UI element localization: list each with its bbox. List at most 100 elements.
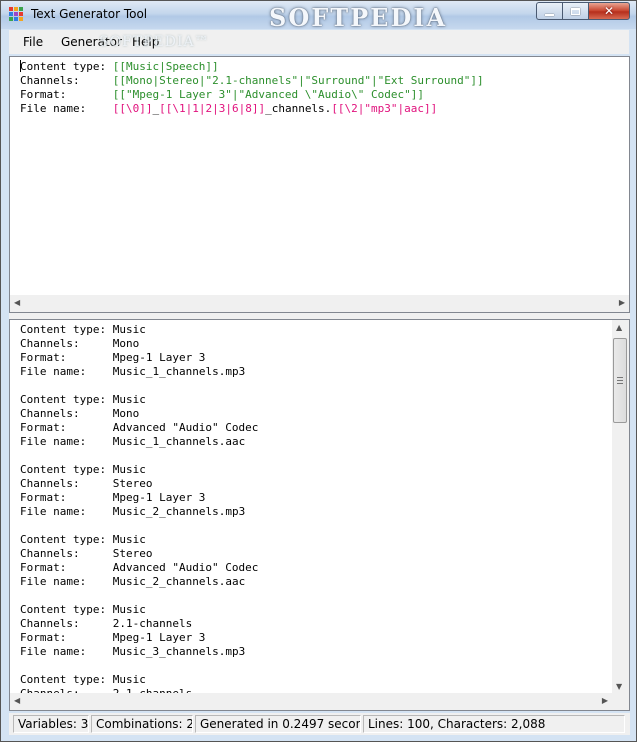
template-editor[interactable]: Content type: [[Music|Speech]] Channels:… xyxy=(9,56,630,313)
window-controls: ✕ xyxy=(536,2,630,21)
output-line-content: Content type: Music xyxy=(20,463,600,477)
status-combinations: Combinations: 20 xyxy=(91,715,193,733)
scroll-left-icon[interactable]: ◀ xyxy=(14,696,20,705)
output-label: Format: xyxy=(20,631,67,644)
minimize-icon xyxy=(545,13,554,16)
template-code[interactable]: Content type: [[Music|Speech]] Channels:… xyxy=(20,60,484,116)
output-line-channels: Channels: Mono xyxy=(20,407,600,421)
output-value: Mono xyxy=(112,337,140,350)
softpedia-watermark: SOFTPEDIA xyxy=(269,3,448,32)
output-value: Stereo xyxy=(112,477,153,490)
output-line-file: File name: Music_2_channels.aac xyxy=(20,575,600,589)
output-value: Music xyxy=(112,393,146,406)
title-bar[interactable]: Text Generator Tool SOFTPEDIA ✕ xyxy=(1,1,636,32)
output-label: Channels: xyxy=(20,477,80,490)
output-line-format: Format: Mpeg-1 Layer 3 xyxy=(20,491,600,505)
output-line-format: Format: Mpeg-1 Layer 3 xyxy=(20,351,600,365)
output-entry: Content type: Music Channels: Mono Format:… xyxy=(20,323,600,379)
output-value: Music xyxy=(112,533,146,546)
template-expr-content: [[Music|Speech]] xyxy=(112,60,219,73)
output-value: Music_2_channels.mp3 xyxy=(112,505,246,518)
scroll-right-icon[interactable]: ▶ xyxy=(602,696,608,705)
output-value: 2.1-channels xyxy=(112,617,193,630)
template-label-content: Content type: xyxy=(20,60,107,73)
output-label: Format: xyxy=(20,351,67,364)
output-line-channels: Channels: Mono xyxy=(20,337,600,351)
output-value: Advanced "Audio" Codec xyxy=(112,561,259,574)
status-variables: Variables: 3 xyxy=(13,715,89,733)
output-label: Channels: xyxy=(20,337,80,350)
app-grid-icon xyxy=(9,7,23,21)
output-line-channels: Channels: Stereo xyxy=(20,477,600,491)
scroll-left-icon[interactable]: ◀ xyxy=(14,298,20,307)
output-line-content: Content type: Music xyxy=(20,603,600,617)
maximize-button[interactable] xyxy=(562,2,588,20)
close-icon: ✕ xyxy=(603,4,615,18)
template-line: File name: [[\0]]_[[\1|1|2|3|6|8]]_chann… xyxy=(20,102,438,115)
output-line-format: Format: Advanced "Audio" Codec xyxy=(20,561,600,575)
output-line-file: File name: Music_3_channels.mp3 xyxy=(20,645,600,659)
scroll-up-icon[interactable]: ▲ xyxy=(616,323,622,332)
output-text[interactable]: Content type: Music Channels: Mono Format:… xyxy=(20,323,600,693)
output-label: File name: xyxy=(20,435,87,448)
output-value: Mpeg-1 Layer 3 xyxy=(112,491,206,504)
output-value: Music_1_channels.mp3 xyxy=(112,365,246,378)
output-vertical-scrollbar[interactable]: ▲ ▼ xyxy=(612,320,629,694)
template-expr-channels: [[Mono|Stereo|"2.1-channels"|"Surround"|… xyxy=(112,74,484,87)
output-label: File name: xyxy=(20,575,87,588)
output-line-file: File name: Music_2_channels.mp3 xyxy=(20,505,600,519)
output-value: Mpeg-1 Layer 3 xyxy=(112,351,206,364)
output-label: Format: xyxy=(20,561,67,574)
output-label: Content type: xyxy=(20,393,107,406)
scroll-right-icon[interactable]: ▶ xyxy=(619,298,625,307)
template-expr-format: [["Mpeg-1 Layer 3"|"Advanced \"Audio\" C… xyxy=(112,88,424,101)
close-button[interactable]: ✕ xyxy=(588,2,630,20)
output-value: Stereo xyxy=(112,547,153,560)
output-label: Channels: xyxy=(20,407,80,420)
template-horizontal-scrollbar[interactable]: ◀ ▶ xyxy=(10,295,629,312)
output-line-file: File name: Music_1_channels.mp3 xyxy=(20,365,600,379)
output-entry: Content type: Music Channels: Stereo Forma… xyxy=(20,463,600,519)
scrollbar-thumb[interactable] xyxy=(613,338,627,423)
output-label: Content type: xyxy=(20,673,107,686)
output-value: Music xyxy=(112,463,146,476)
output-label: Content type: xyxy=(20,533,107,546)
output-line-format: Format: Mpeg-1 Layer 3 xyxy=(20,631,600,645)
output-entry: Content type: MusicChannels: 2.1-channel… xyxy=(20,673,600,693)
output-label: Content type: xyxy=(20,463,107,476)
scroll-down-icon[interactable]: ▼ xyxy=(616,682,622,691)
output-line-content: Content type: Music xyxy=(20,673,600,687)
status-lines-chars: Lines: 100, Characters: 2,088 xyxy=(363,715,625,733)
softpedia-watermark-small: SOFTPEDIA™ xyxy=(99,34,210,50)
output-horizontal-scrollbar[interactable]: ◀ ▶ xyxy=(10,693,612,710)
output-line-channels: Channels: Stereo xyxy=(20,547,600,561)
template-line: Format: [["Mpeg-1 Layer 3"|"Advanced \"A… xyxy=(20,88,424,101)
output-value: Music_2_channels.aac xyxy=(112,575,246,588)
output-value: Music xyxy=(112,323,146,336)
output-entry: Content type: MusicChannels: 2.1-channel… xyxy=(20,603,600,659)
template-line: Channels: [[Mono|Stereo|"2.1-channels"|"… xyxy=(20,74,484,87)
output-line-content: Content type: Music xyxy=(20,393,600,407)
output-label: File name: xyxy=(20,365,87,378)
template-ref-2: [[\2|"mp3"|aac]] xyxy=(331,102,438,115)
output-entry: Content type: Music Channels: Mono Format:… xyxy=(20,393,600,449)
output-line-content: Content type: Music xyxy=(20,323,600,337)
window-title: Text Generator Tool xyxy=(31,7,148,21)
status-generated-time: Generated in 0.2497 seconds. xyxy=(195,715,361,733)
menu-file[interactable]: File xyxy=(23,35,43,49)
main-window: Text Generator Tool SOFTPEDIA ✕ File Gen… xyxy=(0,0,637,742)
output-value: Music_1_channels.aac xyxy=(112,435,246,448)
template-label-channels: Channels: xyxy=(20,74,80,87)
output-value: Music xyxy=(112,673,146,686)
output-entry: Content type: Music Channels: Stereo Forma… xyxy=(20,533,600,589)
template-line: Content type: [[Music|Speech]] xyxy=(20,60,219,73)
template-ref-1: [[\1|1|2|3|6|8]] xyxy=(159,102,266,115)
minimize-button[interactable] xyxy=(536,2,562,20)
output-label: Channels: xyxy=(20,547,80,560)
output-label: Format: xyxy=(20,491,67,504)
status-bar: Variables: 3 Combinations: 20 Generated … xyxy=(9,713,630,735)
output-value: Advanced "Audio" Codec xyxy=(112,421,259,434)
output-view[interactable]: Content type: Music Channels: Mono Format:… xyxy=(9,319,630,711)
template-ref-0: [[\0]] xyxy=(112,102,153,115)
output-line-file: File name: Music_1_channels.aac xyxy=(20,435,600,449)
